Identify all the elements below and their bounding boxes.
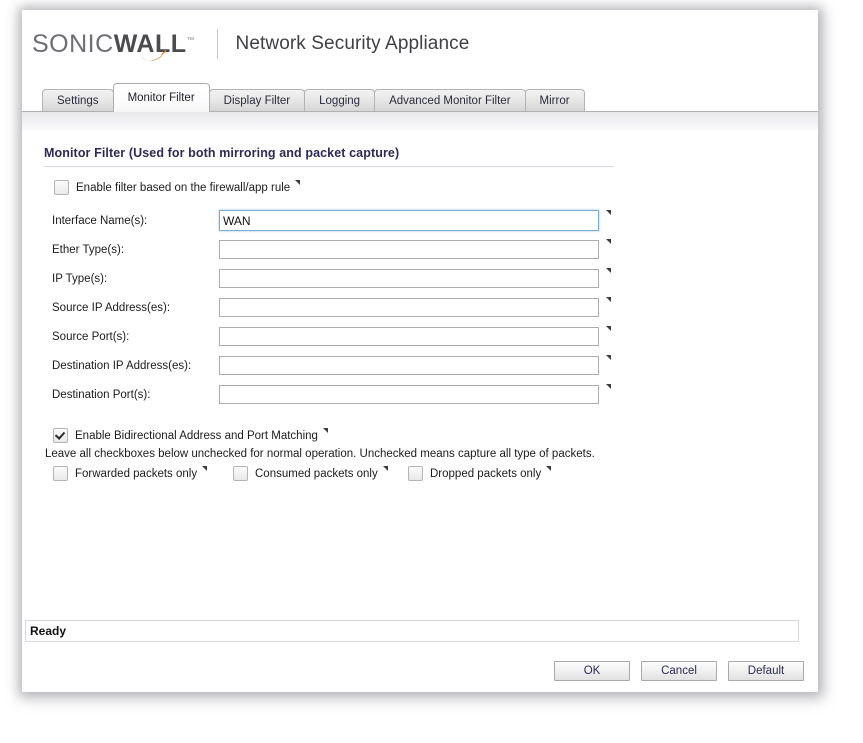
packet-option-label: Forwarded packets only <box>75 467 198 480</box>
tab-logging[interactable]: Logging <box>304 89 376 112</box>
tooltip-marker-icon[interactable] <box>322 428 328 433</box>
packet-option-label: Dropped packets only <box>430 467 542 480</box>
input-source-port-s[interactable] <box>219 327 599 346</box>
enable-firewall-rule-filter-checkbox[interactable] <box>54 180 69 195</box>
packet-options-note: Leave all checkboxes below unchecked for… <box>45 448 595 460</box>
tooltip-marker-icon[interactable] <box>606 297 611 302</box>
input-source-ip-address-es[interactable] <box>219 298 599 317</box>
screen: SONICWALL™ Network Security Appliance Se… <box>0 0 863 743</box>
bidirectional-matching-checkbox[interactable] <box>53 428 68 443</box>
tooltip-marker-icon[interactable] <box>606 384 611 389</box>
enable-firewall-rule-filter-row[interactable]: Enable filter based on the firewall/app … <box>54 180 301 195</box>
tab-advanced-monitor-filter[interactable]: Advanced Monitor Filter <box>374 89 526 112</box>
bidirectional-matching-label: Enable Bidirectional Address and Port Ma… <box>75 429 318 442</box>
status-bar: Ready <box>22 620 818 643</box>
field-label: Interface Name(s): <box>52 214 148 227</box>
tab-label: Settings <box>57 95 99 107</box>
appliance-title: Network Security Appliance <box>235 33 470 54</box>
logo-primary-text: SONIC <box>32 29 114 58</box>
page-title: Monitor Filter (Used for both mirroring … <box>44 146 614 167</box>
tooltip-marker-icon[interactable] <box>382 466 388 471</box>
tab-label: Advanced Monitor Filter <box>389 95 511 107</box>
field-row-destination-port-s: Destination Port(s): <box>22 380 818 409</box>
enable-firewall-rule-filter-label: Enable filter based on the firewall/app … <box>76 181 291 194</box>
field-row-source-ip-address-es: Source IP Address(es): <box>22 293 818 322</box>
brand-header: SONICWALL™ Network Security Appliance <box>22 10 818 72</box>
filter-fields: Interface Name(s): Ether Type(s): IP Type(… <box>22 206 818 409</box>
tab-mirror[interactable]: Mirror <box>524 89 585 112</box>
input-interface-name-s[interactable] <box>219 210 599 231</box>
tab-subbar <box>22 112 818 131</box>
packet-option-dropped-packets-only[interactable]: Dropped packets only <box>408 466 552 481</box>
packet-options-row: Forwarded packets only Consumed packets o… <box>53 466 653 482</box>
bidirectional-row[interactable]: Enable Bidirectional Address and Port Ma… <box>53 428 328 443</box>
field-label: Ether Type(s): <box>52 243 125 256</box>
input-destination-ip-address-es[interactable] <box>219 356 599 375</box>
status-box: Ready <box>25 620 799 642</box>
ok-button[interactable]: OK <box>554 661 630 681</box>
field-row-destination-ip-address-es: Destination IP Address(es): <box>22 351 818 380</box>
logo-bold-text: WALL <box>113 29 187 58</box>
logo-trademark: ™ <box>186 35 195 45</box>
checkbox-dropped-packets-only[interactable] <box>408 466 423 481</box>
field-label: Source IP Address(es): <box>52 301 171 314</box>
footer-button-group: OK Cancel Default <box>554 661 804 681</box>
sonicwall-logo: SONICWALL™ <box>32 29 195 61</box>
tooltip-marker-icon[interactable] <box>202 466 208 471</box>
cancel-button[interactable]: Cancel <box>641 661 717 681</box>
tab-monitor-filter[interactable]: Monitor Filter <box>112 83 210 112</box>
tooltip-marker-icon[interactable] <box>606 210 611 215</box>
field-row-ip-type-s: IP Type(s): <box>22 264 818 293</box>
tab-label: Mirror <box>539 95 570 107</box>
input-ether-type-s[interactable] <box>219 240 599 259</box>
input-destination-port-s[interactable] <box>219 385 599 404</box>
field-row-ether-type-s: Ether Type(s): <box>22 235 818 264</box>
nsa-dialog-window: SONICWALL™ Network Security Appliance Se… <box>22 10 818 692</box>
packet-option-label: Consumed packets only <box>255 467 378 480</box>
packet-option-forwarded-packets-only[interactable]: Forwarded packets only <box>53 466 208 481</box>
tooltip-marker-icon[interactable] <box>606 355 611 360</box>
field-label: IP Type(s): <box>52 272 108 285</box>
tooltip-marker-icon[interactable] <box>606 326 611 331</box>
field-label: Destination Port(s): <box>52 388 151 401</box>
tooltip-marker-icon[interactable] <box>606 239 611 244</box>
tooltip-marker-icon[interactable] <box>606 268 611 273</box>
header-divider <box>216 29 218 59</box>
tab-bar: Settings Monitor Filter Display Filter Logg… <box>22 72 818 112</box>
field-label: Destination IP Address(es): <box>52 359 192 372</box>
dialog-footer: OK Cancel Default <box>22 648 818 692</box>
tab-list: Settings Monitor Filter Display Filter Logg… <box>42 72 585 112</box>
tab-settings[interactable]: Settings <box>42 89 114 112</box>
checkbox-consumed-packets-only[interactable] <box>233 466 248 481</box>
field-row-interface-name-s: Interface Name(s): <box>22 206 818 235</box>
input-ip-type-s[interactable] <box>219 269 599 288</box>
tooltip-marker-icon[interactable] <box>295 180 301 185</box>
field-row-source-port-s: Source Port(s): <box>22 322 818 351</box>
default-button[interactable]: Default <box>728 661 804 681</box>
checkbox-forwarded-packets-only[interactable] <box>53 466 68 481</box>
tab-label: Logging <box>319 95 361 107</box>
tooltip-marker-icon[interactable] <box>546 466 552 471</box>
status-text: Ready <box>30 624 67 638</box>
logo-area: SONICWALL™ Network Security Appliance <box>32 28 470 61</box>
packet-option-consumed-packets-only[interactable]: Consumed packets only <box>233 466 388 481</box>
tab-label: Monitor Filter <box>127 92 195 104</box>
monitor-filter-panel: Monitor Filter (Used for both mirroring … <box>22 130 818 617</box>
tab-display-filter[interactable]: Display Filter <box>208 89 306 112</box>
tab-label: Display Filter <box>223 95 291 107</box>
field-label: Source Port(s): <box>52 330 130 343</box>
